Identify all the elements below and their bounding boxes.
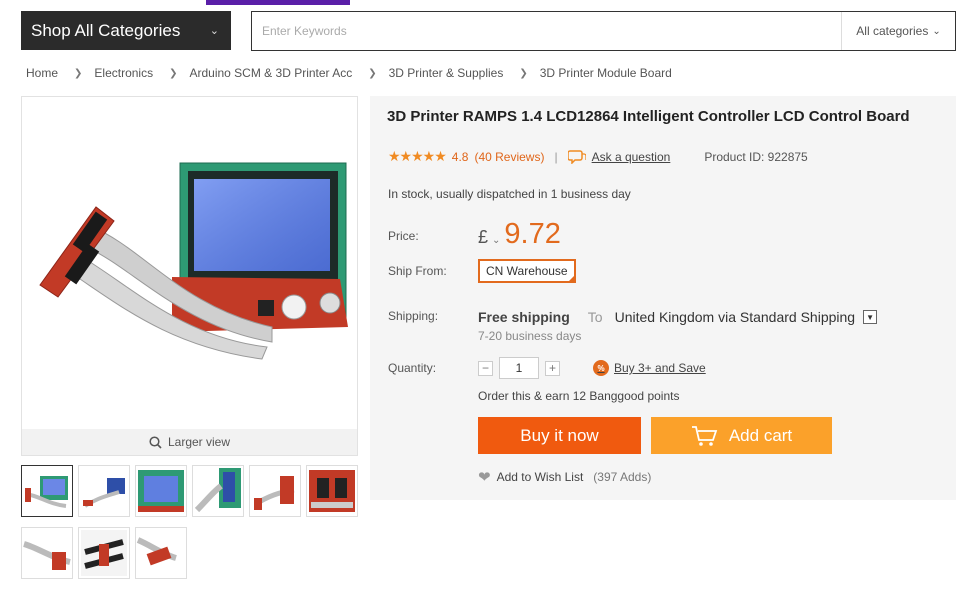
discount-badge-icon: %	[593, 360, 609, 376]
quantity-stepper: − 1 +	[478, 357, 560, 379]
add-cart-button[interactable]: Add cart	[651, 417, 832, 454]
ship-from-label: Ship From:	[388, 264, 447, 278]
thumbnail-4[interactable]	[192, 465, 244, 517]
shipping-destination[interactable]: United Kingdom via Standard Shipping	[615, 309, 856, 325]
price-label: Price:	[388, 229, 419, 243]
search-category-label: All categories	[856, 24, 929, 38]
buy-3-save-link[interactable]: % Buy 3+ and Save	[593, 360, 706, 376]
chevron-down-icon[interactable]: ▼	[863, 310, 878, 324]
rating-value: 4.8	[451, 149, 469, 164]
shipping-row: Free shipping To United Kingdom via Stan…	[478, 309, 878, 325]
ship-from-value: CN Warehouse	[486, 264, 568, 278]
earn-points-text: Order this & earn 12 Banggood points	[478, 389, 680, 403]
add-to-wishlist-link[interactable]: ❤ Add to Wish List (397 Adds)	[478, 468, 651, 486]
breadcrumb-3d-printer-supplies[interactable]: 3D Printer & Supplies	[389, 66, 504, 80]
buy-now-button[interactable]: Buy it now	[478, 417, 641, 454]
search-category-select[interactable]: All categories ⌄	[841, 12, 955, 50]
star-rating-icon: ★★★★★	[388, 148, 447, 164]
chevron-right-icon: ❯	[519, 67, 528, 79]
larger-view-button[interactable]: Larger view	[22, 429, 357, 455]
ship-from-option[interactable]: CN Warehouse	[478, 259, 576, 283]
separator: |	[554, 149, 558, 164]
chevron-right-icon: ❯	[368, 67, 377, 79]
cart-icon	[691, 425, 718, 446]
reviews-link[interactable]: (40 Reviews)	[474, 150, 544, 164]
search-input[interactable]	[252, 12, 841, 50]
add-cart-label: Add cart	[728, 425, 793, 445]
thumbnail-2[interactable]	[78, 465, 130, 517]
thumbnail-8[interactable]	[78, 527, 130, 579]
product-image	[39, 162, 348, 360]
thumbnail-7[interactable]	[21, 527, 73, 579]
breadcrumb-module-board[interactable]: 3D Printer Module Board	[540, 66, 672, 80]
chevron-down-icon: ⌄	[209, 25, 219, 37]
buy-3-save-label: Buy 3+ and Save	[614, 361, 706, 375]
shop-all-categories-button[interactable]: Shop All Categories ⌄	[21, 11, 231, 50]
quantity-label: Quantity:	[388, 361, 437, 375]
chevron-down-icon: ⌄	[932, 25, 941, 37]
heart-icon: ❤	[478, 469, 491, 486]
chevron-right-icon: ❯	[169, 67, 178, 79]
quantity-increase-button[interactable]: +	[545, 360, 560, 376]
wishlist-label: Add to Wish List	[496, 470, 584, 484]
currency-symbol[interactable]: £	[478, 227, 488, 248]
quantity-decrease-button[interactable]: −	[478, 360, 493, 376]
chat-bubble-icon	[567, 150, 586, 164]
breadcrumb-home[interactable]: Home	[26, 66, 58, 80]
quantity-input[interactable]: 1	[499, 357, 539, 379]
wishlist-count: (397 Adds)	[593, 470, 652, 484]
main-product-image[interactable]: Larger view	[21, 96, 358, 456]
thumbnail-9[interactable]	[135, 527, 187, 579]
thumbnail-3[interactable]	[135, 465, 187, 517]
chevron-down-icon[interactable]: ⌄	[492, 235, 500, 246]
buy-now-label: Buy it now	[520, 425, 599, 445]
thumbnail-5[interactable]	[249, 465, 301, 517]
thumbnail-1[interactable]	[21, 465, 73, 517]
breadcrumb: Home ❯ Electronics ❯ Arduino SCM & 3D Pr…	[26, 66, 672, 80]
delivery-days: 7-20 business days	[478, 329, 582, 343]
product-id: Product ID: 922875	[704, 149, 808, 164]
search-icon	[149, 435, 162, 449]
price-row: £ ⌄ 9.72	[478, 218, 561, 251]
product-title: 3D Printer RAMPS 1.4 LCD12864 Intelligen…	[387, 108, 910, 125]
stock-status: In stock, usually dispatched in 1 busine…	[388, 187, 631, 201]
product-info-panel: 3D Printer RAMPS 1.4 LCD12864 Intelligen…	[370, 96, 956, 500]
top-banner-strip	[206, 0, 350, 5]
price-value: 9.72	[504, 218, 561, 250]
shipping-to: To	[587, 309, 603, 325]
search-bar: All categories ⌄	[251, 11, 956, 51]
rating-row: ★★★★★ 4.8 (40 Reviews) | Ask a question …	[388, 148, 808, 165]
free-shipping: Free shipping	[478, 309, 570, 325]
thumbnail-6[interactable]	[306, 465, 358, 517]
breadcrumb-arduino[interactable]: Arduino SCM & 3D Printer Acc	[189, 66, 352, 80]
chevron-right-icon: ❯	[74, 67, 83, 79]
shipping-label: Shipping:	[388, 309, 439, 323]
larger-view-label: Larger view	[167, 435, 231, 449]
breadcrumb-electronics[interactable]: Electronics	[94, 66, 153, 80]
shop-all-categories-label: Shop All Categories	[31, 20, 181, 40]
selected-check-icon	[566, 274, 576, 283]
ask-question-link[interactable]: Ask a question	[592, 150, 671, 164]
